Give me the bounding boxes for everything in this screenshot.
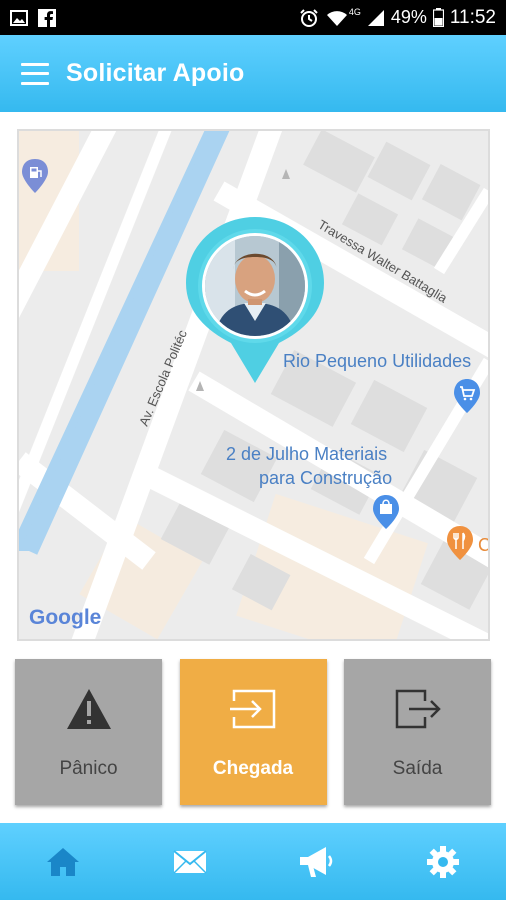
avatar: [205, 236, 305, 336]
gear-icon: [426, 845, 459, 878]
page-title: Solicitar Apoio: [66, 59, 245, 87]
exit-button[interactable]: Saída: [344, 659, 491, 805]
hamburger-menu-icon[interactable]: [21, 62, 49, 85]
nav-messages[interactable]: [160, 832, 220, 892]
sign-in-icon: [228, 687, 278, 731]
signal-icon: [367, 9, 384, 26]
nav-home[interactable]: [33, 832, 93, 892]
sign-out-icon: [393, 687, 443, 731]
image-icon: [10, 9, 28, 26]
poi-label-rio-pequeno: Rio Pequeno Utilidades: [283, 351, 471, 371]
megaphone-icon: [300, 846, 333, 877]
wifi-icon: [326, 10, 347, 26]
poi-label-2-de-julho-line2: para Construção: [259, 468, 392, 488]
alarm-icon: [300, 8, 318, 27]
action-buttons: Pânico Chegada Saída: [15, 659, 491, 805]
status-bar: 4G 49% 11:52: [0, 0, 506, 35]
clock: 11:52: [449, 6, 496, 28]
poi-label-partial: C: [478, 535, 488, 555]
map-view[interactable]: Av. Escola Politéc Travessa Walter Batta…: [17, 129, 490, 641]
home-icon: [47, 847, 80, 876]
nav-settings[interactable]: [413, 832, 473, 892]
battery-percentage: 49%: [390, 7, 427, 27]
google-attribution: Google: [29, 606, 101, 629]
bottom-navigation: [0, 823, 506, 900]
app-bar: Solicitar Apoio: [0, 35, 506, 112]
map-canvas: Av. Escola Politéc Travessa Walter Batta…: [19, 131, 488, 639]
panic-button[interactable]: Pânico: [15, 659, 162, 805]
warning-icon: [65, 687, 113, 731]
exit-label: Saída: [392, 758, 443, 779]
nav-announcements[interactable]: [286, 832, 346, 892]
arrival-button[interactable]: Chegada: [179, 659, 327, 805]
panic-label: Pânico: [59, 758, 118, 779]
poi-label-2-de-julho-line1: 2 de Julho Materiais: [226, 444, 387, 464]
main-content: Av. Escola Politéc Travessa Walter Batta…: [0, 112, 506, 823]
facebook-icon: [38, 8, 56, 27]
network-type: 4G: [348, 6, 361, 17]
mail-icon: [173, 849, 207, 874]
arrival-label: Chegada: [212, 758, 294, 779]
battery-icon: [432, 8, 444, 27]
